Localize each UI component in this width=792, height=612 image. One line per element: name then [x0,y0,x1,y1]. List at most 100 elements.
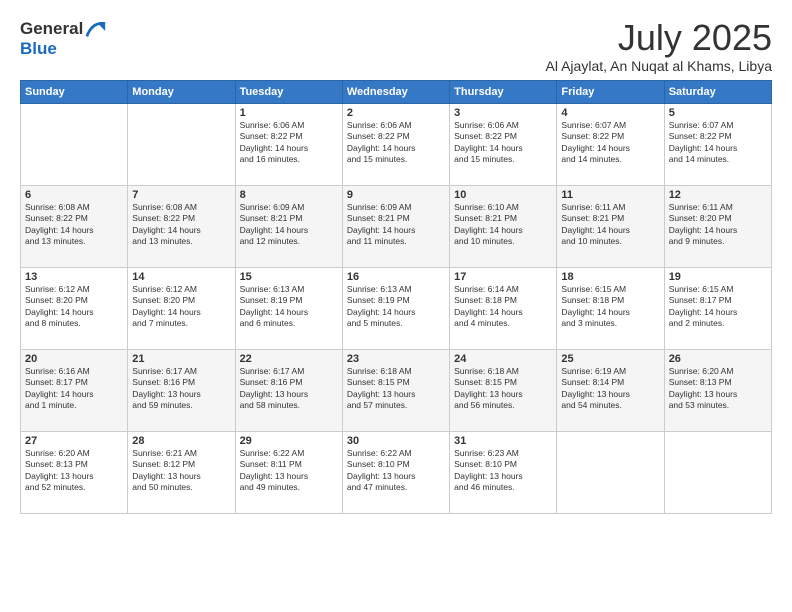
cell-info: Sunrise: 6:09 AM Sunset: 8:21 PM Dayligh… [347,202,445,248]
logo-icon [85,18,107,40]
day-number: 8 [240,189,338,201]
day-number: 26 [669,353,767,365]
day-number: 1 [240,107,338,119]
day-number: 13 [25,271,123,283]
cell-info: Sunrise: 6:16 AM Sunset: 8:17 PM Dayligh… [25,366,123,412]
day-number: 21 [132,353,230,365]
cell-info: Sunrise: 6:12 AM Sunset: 8:20 PM Dayligh… [25,284,123,330]
cell-info: Sunrise: 6:20 AM Sunset: 8:13 PM Dayligh… [25,448,123,494]
calendar-cell: 30Sunrise: 6:22 AM Sunset: 8:10 PM Dayli… [342,431,449,513]
calendar-cell: 13Sunrise: 6:12 AM Sunset: 8:20 PM Dayli… [21,267,128,349]
cell-info: Sunrise: 6:09 AM Sunset: 8:21 PM Dayligh… [240,202,338,248]
calendar-cell: 15Sunrise: 6:13 AM Sunset: 8:19 PM Dayli… [235,267,342,349]
day-number: 2 [347,107,445,119]
weekday-header: Saturday [664,80,771,103]
day-number: 28 [132,435,230,447]
logo: General Blue [20,18,107,59]
day-number: 17 [454,271,552,283]
cell-info: Sunrise: 6:14 AM Sunset: 8:18 PM Dayligh… [454,284,552,330]
cell-info: Sunrise: 6:18 AM Sunset: 8:15 PM Dayligh… [454,366,552,412]
calendar-cell: 19Sunrise: 6:15 AM Sunset: 8:17 PM Dayli… [664,267,771,349]
day-number: 22 [240,353,338,365]
calendar-cell [21,103,128,185]
calendar-cell: 5Sunrise: 6:07 AM Sunset: 8:22 PM Daylig… [664,103,771,185]
calendar-cell: 11Sunrise: 6:11 AM Sunset: 8:21 PM Dayli… [557,185,664,267]
calendar-cell [128,103,235,185]
weekday-header: Thursday [450,80,557,103]
calendar-cell: 24Sunrise: 6:18 AM Sunset: 8:15 PM Dayli… [450,349,557,431]
day-number: 29 [240,435,338,447]
weekday-header: Friday [557,80,664,103]
calendar-cell: 28Sunrise: 6:21 AM Sunset: 8:12 PM Dayli… [128,431,235,513]
cell-info: Sunrise: 6:10 AM Sunset: 8:21 PM Dayligh… [454,202,552,248]
calendar-cell: 2Sunrise: 6:06 AM Sunset: 8:22 PM Daylig… [342,103,449,185]
page: General Blue July 2025 Al Ajaylat, An Nu… [0,0,792,612]
cell-info: Sunrise: 6:13 AM Sunset: 8:19 PM Dayligh… [347,284,445,330]
weekday-header: Wednesday [342,80,449,103]
day-number: 4 [561,107,659,119]
day-number: 20 [25,353,123,365]
cell-info: Sunrise: 6:15 AM Sunset: 8:18 PM Dayligh… [561,284,659,330]
calendar-cell [557,431,664,513]
cell-info: Sunrise: 6:17 AM Sunset: 8:16 PM Dayligh… [240,366,338,412]
day-number: 6 [25,189,123,201]
cell-info: Sunrise: 6:15 AM Sunset: 8:17 PM Dayligh… [669,284,767,330]
calendar: SundayMondayTuesdayWednesdayThursdayFrid… [20,80,772,514]
day-number: 5 [669,107,767,119]
calendar-cell: 29Sunrise: 6:22 AM Sunset: 8:11 PM Dayli… [235,431,342,513]
day-number: 15 [240,271,338,283]
calendar-cell: 3Sunrise: 6:06 AM Sunset: 8:22 PM Daylig… [450,103,557,185]
calendar-cell: 31Sunrise: 6:23 AM Sunset: 8:10 PM Dayli… [450,431,557,513]
day-number: 16 [347,271,445,283]
day-number: 10 [454,189,552,201]
cell-info: Sunrise: 6:06 AM Sunset: 8:22 PM Dayligh… [454,120,552,166]
cell-info: Sunrise: 6:11 AM Sunset: 8:21 PM Dayligh… [561,202,659,248]
day-number: 31 [454,435,552,447]
cell-info: Sunrise: 6:08 AM Sunset: 8:22 PM Dayligh… [25,202,123,248]
calendar-cell: 12Sunrise: 6:11 AM Sunset: 8:20 PM Dayli… [664,185,771,267]
calendar-cell [664,431,771,513]
location-title: Al Ajaylat, An Nuqat al Khams, Libya [546,58,772,74]
month-title: July 2025 [546,18,772,58]
title-block: July 2025 Al Ajaylat, An Nuqat al Khams,… [546,18,772,74]
calendar-cell: 14Sunrise: 6:12 AM Sunset: 8:20 PM Dayli… [128,267,235,349]
day-number: 23 [347,353,445,365]
calendar-cell: 6Sunrise: 6:08 AM Sunset: 8:22 PM Daylig… [21,185,128,267]
calendar-cell: 27Sunrise: 6:20 AM Sunset: 8:13 PM Dayli… [21,431,128,513]
calendar-cell: 18Sunrise: 6:15 AM Sunset: 8:18 PM Dayli… [557,267,664,349]
header: General Blue July 2025 Al Ajaylat, An Nu… [20,18,772,74]
cell-info: Sunrise: 6:12 AM Sunset: 8:20 PM Dayligh… [132,284,230,330]
cell-info: Sunrise: 6:07 AM Sunset: 8:22 PM Dayligh… [669,120,767,166]
weekday-header: Tuesday [235,80,342,103]
calendar-cell: 20Sunrise: 6:16 AM Sunset: 8:17 PM Dayli… [21,349,128,431]
cell-info: Sunrise: 6:17 AM Sunset: 8:16 PM Dayligh… [132,366,230,412]
calendar-cell: 1Sunrise: 6:06 AM Sunset: 8:22 PM Daylig… [235,103,342,185]
day-number: 19 [669,271,767,283]
calendar-cell: 10Sunrise: 6:10 AM Sunset: 8:21 PM Dayli… [450,185,557,267]
calendar-cell: 21Sunrise: 6:17 AM Sunset: 8:16 PM Dayli… [128,349,235,431]
calendar-cell: 16Sunrise: 6:13 AM Sunset: 8:19 PM Dayli… [342,267,449,349]
cell-info: Sunrise: 6:07 AM Sunset: 8:22 PM Dayligh… [561,120,659,166]
calendar-cell: 22Sunrise: 6:17 AM Sunset: 8:16 PM Dayli… [235,349,342,431]
day-number: 18 [561,271,659,283]
cell-info: Sunrise: 6:18 AM Sunset: 8:15 PM Dayligh… [347,366,445,412]
calendar-cell: 26Sunrise: 6:20 AM Sunset: 8:13 PM Dayli… [664,349,771,431]
calendar-cell: 8Sunrise: 6:09 AM Sunset: 8:21 PM Daylig… [235,185,342,267]
day-number: 9 [347,189,445,201]
day-number: 25 [561,353,659,365]
cell-info: Sunrise: 6:22 AM Sunset: 8:10 PM Dayligh… [347,448,445,494]
cell-info: Sunrise: 6:08 AM Sunset: 8:22 PM Dayligh… [132,202,230,248]
day-number: 7 [132,189,230,201]
cell-info: Sunrise: 6:20 AM Sunset: 8:13 PM Dayligh… [669,366,767,412]
cell-info: Sunrise: 6:23 AM Sunset: 8:10 PM Dayligh… [454,448,552,494]
cell-info: Sunrise: 6:19 AM Sunset: 8:14 PM Dayligh… [561,366,659,412]
cell-info: Sunrise: 6:11 AM Sunset: 8:20 PM Dayligh… [669,202,767,248]
day-number: 12 [669,189,767,201]
cell-info: Sunrise: 6:06 AM Sunset: 8:22 PM Dayligh… [347,120,445,166]
day-number: 24 [454,353,552,365]
calendar-cell: 4Sunrise: 6:07 AM Sunset: 8:22 PM Daylig… [557,103,664,185]
calendar-cell: 23Sunrise: 6:18 AM Sunset: 8:15 PM Dayli… [342,349,449,431]
calendar-cell: 25Sunrise: 6:19 AM Sunset: 8:14 PM Dayli… [557,349,664,431]
day-number: 11 [561,189,659,201]
day-number: 14 [132,271,230,283]
